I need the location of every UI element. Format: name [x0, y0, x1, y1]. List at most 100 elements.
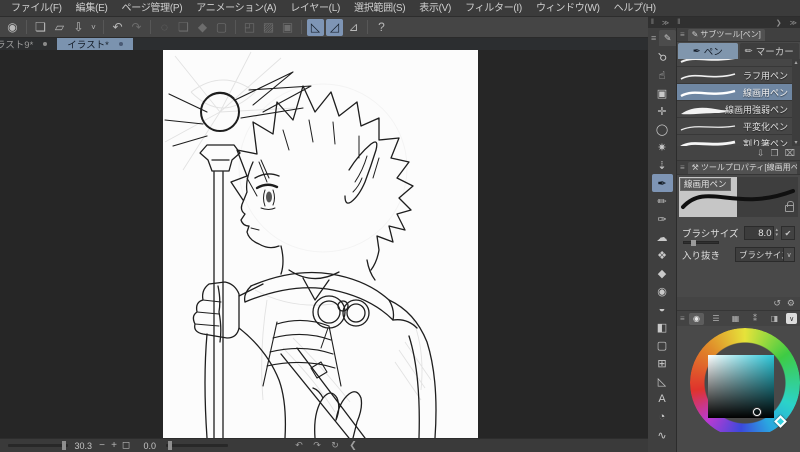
- subtool-panel-tab[interactable]: ✎ サブツール[ペン]: [687, 28, 765, 41]
- zoom-out-button[interactable]: −: [96, 440, 108, 451]
- menu-layer[interactable]: レイヤー(L): [283, 0, 347, 17]
- in-out-dropdown[interactable]: ブラシサイズ ブラ ∨: [735, 247, 795, 262]
- menu-help[interactable]: ヘルプ(H): [607, 0, 663, 17]
- snap-to-special-ruler-icon[interactable]: ◿: [326, 18, 343, 36]
- rotate-left-button[interactable]: ↶: [292, 440, 306, 451]
- move-tool-icon[interactable]: ✛: [652, 102, 673, 120]
- brush-size-slider[interactable]: [683, 240, 719, 246]
- expand-panel-icon[interactable]: ❯: [776, 19, 782, 27]
- brush-size-stepper[interactable]: ▴ ▾: [775, 228, 778, 238]
- import-subtool-icon[interactable]: ⇩: [757, 148, 765, 159]
- collapse-panel-icon[interactable]: ≫: [790, 19, 797, 27]
- brush-row-lineart-pressure-pen[interactable]: 線画用強弱ペン: [677, 101, 792, 118]
- snap-to-grid-icon[interactable]: ⊿: [345, 19, 362, 36]
- zoom-slider-thumb[interactable]: [62, 441, 66, 450]
- frame-border-tool-icon[interactable]: ⊞: [652, 354, 673, 372]
- airbrush-tool-icon[interactable]: ☁: [652, 228, 673, 246]
- erase-selection-icon[interactable]: ◆: [194, 19, 211, 36]
- menu-selection[interactable]: 選択範囲(S): [347, 0, 412, 17]
- tab-intermediate-color-icon[interactable]: ⁑: [747, 313, 763, 325]
- eyedropper-tool-icon[interactable]: ⇣: [652, 156, 673, 174]
- deselect-icon[interactable]: ◌: [156, 19, 173, 36]
- delete-subtool-icon[interactable]: ⌧: [785, 148, 795, 159]
- operation-tool-icon[interactable]: ▣: [652, 84, 673, 102]
- drawing-canvas[interactable]: [163, 50, 478, 438]
- menu-edit[interactable]: 編集(E): [69, 0, 115, 17]
- menu-file[interactable]: ファイル(F): [4, 0, 69, 17]
- zoom-in-button[interactable]: +: [108, 440, 120, 451]
- reset-rotation-button[interactable]: ↻: [328, 440, 342, 451]
- saturation-value-square[interactable]: [708, 355, 774, 418]
- sv-cursor[interactable]: [753, 408, 761, 416]
- brush-row-clipped[interactable]: [677, 59, 792, 67]
- brush-row-chopstick-pen[interactable]: 割り箸ペン: [677, 135, 792, 146]
- tab-color-wheel-icon[interactable]: ◉: [688, 312, 705, 325]
- subtool-menu-icon[interactable]: ≡: [680, 30, 685, 39]
- sub-tool-detail-icon[interactable]: ⚙: [787, 298, 795, 309]
- figure-tool-icon[interactable]: ▢: [652, 336, 673, 354]
- help-icon[interactable]: ?: [373, 19, 390, 36]
- pencil-tool-icon[interactable]: ✏: [652, 192, 673, 210]
- save-icon[interactable]: ⇩: [70, 19, 87, 36]
- tab-color-slider-icon[interactable]: ☰: [708, 313, 724, 325]
- blend-tool-icon[interactable]: ◉: [652, 282, 673, 300]
- text-tool-icon[interactable]: A: [652, 390, 673, 408]
- save-dropdown-icon[interactable]: ˅: [89, 19, 98, 36]
- redo-icon[interactable]: ↷: [128, 19, 145, 36]
- border-effect-icon[interactable]: ◰: [241, 19, 258, 36]
- tool-property-menu-icon[interactable]: ≡: [680, 163, 685, 172]
- scroll-up-icon[interactable]: ▴: [794, 59, 797, 66]
- snap-to-ruler-icon[interactable]: ◺: [307, 18, 324, 36]
- pen-tool-icon[interactable]: ✒: [651, 174, 673, 192]
- brush-tool-icon[interactable]: ✑: [652, 210, 673, 228]
- tab-close-dot-icon[interactable]: [43, 42, 48, 46]
- tab-color-set-icon[interactable]: ▦: [728, 313, 744, 325]
- menu-view[interactable]: 表示(V): [412, 0, 458, 17]
- brush-row-flat-pen[interactable]: 平変化ペン: [677, 118, 792, 135]
- fit-to-screen-button[interactable]: ◻: [120, 440, 132, 451]
- document-tab-background[interactable]: ラスト9*: [0, 38, 57, 51]
- tool-property-tab[interactable]: ⚒ ツールプロパティ[線画用ペン]: [687, 161, 797, 174]
- panel-grip-icon[interactable]: ‖: [677, 19, 680, 26]
- lock-icon[interactable]: [785, 201, 794, 212]
- panel-expand-chevron-icon[interactable]: ∨: [786, 313, 797, 324]
- decoration-tool-icon[interactable]: ❖: [652, 246, 673, 264]
- lasso-tool-icon[interactable]: ◯: [652, 120, 673, 138]
- panel-grip-icon[interactable]: ‖: [651, 19, 654, 26]
- new-file-icon[interactable]: ❏: [32, 19, 49, 36]
- ruler-tool-icon[interactable]: ◺: [652, 372, 673, 390]
- transform-icon[interactable]: ▢: [213, 19, 230, 36]
- layer-mask-icon[interactable]: ▣: [279, 19, 296, 36]
- brush-size-value[interactable]: 8.0: [744, 226, 775, 240]
- tab-close-dot-icon[interactable]: [118, 42, 123, 46]
- brush-size-dynamics-button[interactable]: ✔: [781, 226, 795, 240]
- rotation-slider[interactable]: [166, 441, 228, 450]
- tab-approximate-color-icon[interactable]: ◨: [767, 313, 783, 325]
- gradient-tool-icon[interactable]: ◧: [652, 318, 673, 336]
- menu-filter[interactable]: フィルター(I): [458, 0, 529, 17]
- document-tab-active[interactable]: イラスト*: [57, 38, 133, 51]
- auto-select-tool-icon[interactable]: ✷: [652, 138, 673, 156]
- fill-tool-icon[interactable]: ◒: [652, 300, 673, 318]
- rotate-right-button[interactable]: ↷: [310, 440, 324, 451]
- invert-selection-icon[interactable]: ❑: [175, 19, 192, 36]
- menu-window[interactable]: ウィンドウ(W): [529, 0, 607, 17]
- open-file-icon[interactable]: ▱: [51, 19, 68, 36]
- brush-row-rough-pen[interactable]: ラフ用ペン: [677, 67, 792, 84]
- line-correction-tool-icon[interactable]: ∿: [652, 426, 673, 444]
- zoom-slider[interactable]: [8, 441, 68, 450]
- reset-to-default-icon[interactable]: ↺: [773, 298, 781, 309]
- color-wheel-menu-icon[interactable]: ≡: [680, 314, 685, 323]
- raster-layer-icon[interactable]: ▨: [260, 19, 277, 36]
- rotation-slider-thumb[interactable]: [168, 441, 172, 450]
- duplicate-subtool-icon[interactable]: ❐: [771, 148, 779, 159]
- brush-row-lineart-pen[interactable]: 線画用ペン: [677, 84, 792, 101]
- flip-view-button[interactable]: ❮: [346, 440, 360, 451]
- balloon-tool-icon[interactable]: ◔: [652, 408, 673, 426]
- tab-marker[interactable]: ✏ マーカー: [739, 43, 799, 59]
- menu-animation[interactable]: アニメーション(A): [189, 0, 283, 17]
- tab-pen[interactable]: ✒ ペン: [678, 43, 738, 59]
- brush-list-scrollbar[interactable]: ▴ ▾: [792, 59, 800, 146]
- scroll-down-icon[interactable]: ▾: [794, 139, 797, 146]
- eraser-tool-icon[interactable]: ◆: [652, 264, 673, 282]
